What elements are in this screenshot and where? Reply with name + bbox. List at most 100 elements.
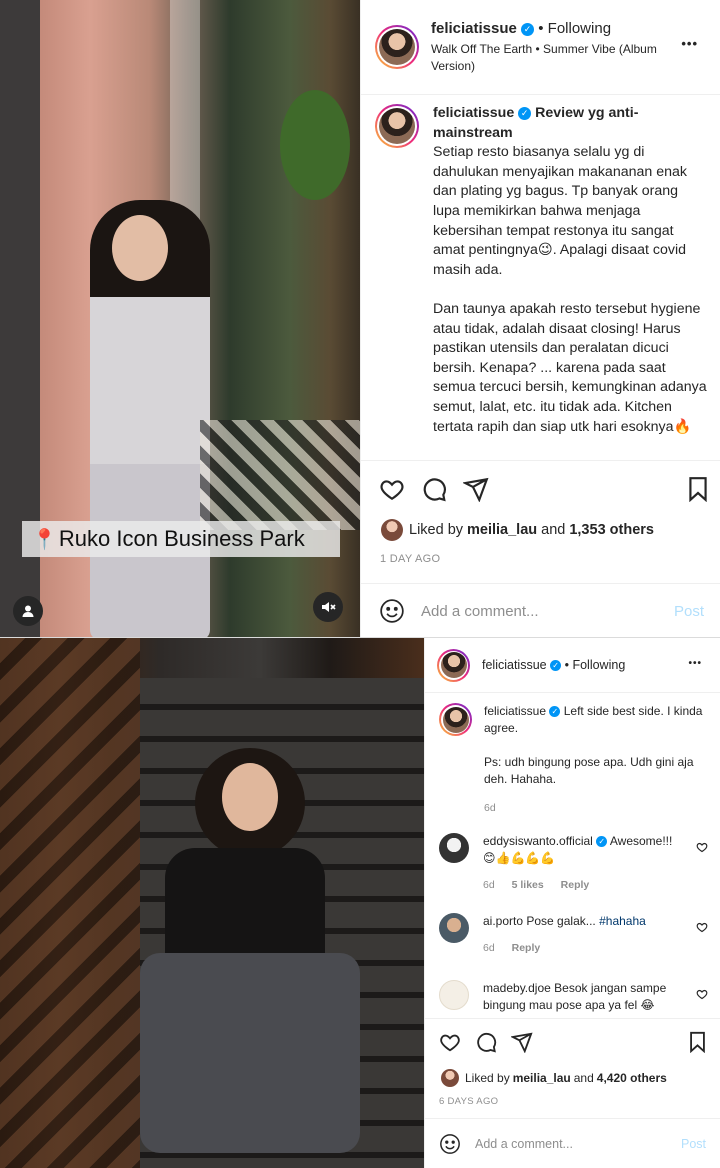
verified-badge-icon: ✓ [549,706,561,718]
following-button[interactable]: Following [572,658,625,672]
verified-badge-icon: ✓ [550,660,562,672]
instagram-post-2: feliciatissue ✓ • Following ••• feliciat… [0,638,720,1168]
post-header: feliciatissue ✓ • Following Walk Off The… [361,0,720,95]
header-text: feliciatissue ✓ • Following [482,658,625,672]
speaker-muted-icon [322,602,336,612]
comment-like-heart-icon[interactable] [696,988,708,1000]
caption-username[interactable]: feliciatissue [484,704,546,718]
comment-emoji: 😊👍💪💪💪 [483,851,556,865]
liker-username[interactable]: meilia_lau [513,1071,571,1085]
share-paper-plane-icon[interactable] [463,476,489,502]
location-pin-icon: 📍 [32,528,57,551]
caption-age[interactable]: 6d [484,800,708,817]
commenter-avatar[interactable] [439,913,469,943]
comment-like-heart-icon[interactable] [696,841,708,853]
following-button[interactable]: Following [548,20,611,37]
comment-item: ai.porto Pose galak... #hahaha 6d Reply [439,913,708,957]
comment-item: eddysiswanto.official ✓ Awesome!!! 😊👍💪💪💪… [439,833,708,894]
liker-avatar[interactable] [441,1069,459,1087]
author-avatar[interactable] [437,648,470,682]
liker-username[interactable]: meilia_lau [467,522,537,538]
author-username[interactable]: feliciatissue [431,20,517,37]
save-bookmark-icon[interactable] [687,476,709,502]
grey-trousers [140,953,360,1153]
commenter-username[interactable]: madeby.djoe [483,981,551,995]
wine-rack [0,638,140,1168]
tagged-user-button[interactable] [13,596,43,626]
caption-avatar[interactable] [375,104,419,148]
reply-button[interactable]: Reply [512,942,541,954]
caption: feliciatissue ✓ Left side best side. I k… [439,703,708,817]
liker-avatar[interactable] [381,519,403,541]
likes-prefix: Liked by [465,1071,510,1085]
emoji-icon[interactable] [439,1133,461,1155]
verified-badge-icon: ✓ [596,836,608,848]
post-comment-button[interactable]: Post [674,603,704,620]
separator: • [538,20,544,37]
likes-summary: Liked by meilia_lau and 4,420 others [441,1069,667,1087]
comment-likes[interactable]: 5 likes [512,879,544,891]
more-options-icon[interactable]: ••• [681,36,698,51]
tiled-floor [200,420,360,530]
reply-button[interactable]: Reply [561,879,590,891]
comment-icon[interactable] [421,476,447,502]
comment-input[interactable]: Add a comment... [421,603,674,620]
header-text: feliciatissue ✓ • Following Walk Off The… [431,19,681,75]
audio-link[interactable]: Walk Off The Earth • Summer Vibe (Album … [431,41,681,75]
mute-button[interactable] [313,592,343,622]
comment-like-heart-icon[interactable] [696,921,708,933]
likes-and: and [541,522,566,538]
divider [425,1018,720,1019]
commenter-username[interactable]: eddysiswanto.official [483,834,593,848]
likes-count[interactable]: 4,420 others [597,1071,667,1085]
user-icon [22,605,34,617]
face [112,215,168,281]
caption-block: feliciatissue ✓ Review yg anti-mainstrea… [375,104,708,456]
post-header: feliciatissue ✓ • Following ••• [425,638,720,693]
post-date[interactable]: 1 DAY AGO [380,553,440,565]
action-bar [439,1031,707,1053]
comment-text: Awesome!!! [609,834,673,848]
comment-age[interactable]: 6d [483,942,495,954]
instagram-post-1: 📍 Ruko Icon Business Park feliciatissue … [0,0,720,638]
comment-item: madeby.djoe Besok jangan sampe bingung m… [439,980,708,1016]
separator: • [564,658,569,672]
comment-input[interactable]: Add a comment... [475,1137,681,1151]
author-avatar[interactable] [375,25,419,69]
like-heart-icon[interactable] [439,1031,461,1053]
post-1-details-pane: feliciatissue ✓ • Following Walk Off The… [360,0,720,637]
verified-badge-icon: ✓ [518,106,532,120]
likes-prefix: Liked by [409,522,464,538]
action-bar [379,476,709,502]
comment-icon[interactable] [475,1031,497,1053]
share-paper-plane-icon[interactable] [511,1031,533,1053]
caption-username[interactable]: feliciatissue [433,105,514,121]
location-sticker: 📍 Ruko Icon Business Park [22,521,340,557]
face [222,763,278,831]
add-comment-bar: Add a comment... Post [425,1118,720,1168]
post-comment-button[interactable]: Post [681,1137,706,1151]
like-heart-icon[interactable] [379,476,405,502]
location-text: Ruko Icon Business Park [58,526,305,551]
commenter-avatar[interactable] [439,980,469,1010]
comment-hashtag[interactable]: #hahaha [599,914,646,928]
likes-summary: Liked by meilia_lau and 1,353 others [381,519,654,541]
more-options-icon[interactable]: ••• [688,658,702,669]
comment-age[interactable]: 6d [483,879,495,891]
black-top [165,848,325,968]
post-photo-woman-stairs[interactable] [0,638,424,1168]
post-2-details-pane: feliciatissue ✓ • Following ••• feliciat… [424,638,720,1168]
emoji-icon[interactable] [379,598,405,624]
likes-count[interactable]: 1,353 others [569,522,654,538]
caption-avatar[interactable] [439,703,472,736]
post-date[interactable]: 6 DAYS AGO [439,1096,498,1107]
plant [280,90,350,200]
likes-and: and [573,1071,594,1085]
save-bookmark-icon[interactable] [688,1031,707,1053]
divider [361,460,720,461]
caption: feliciatissue ✓ Review yg anti-mainstrea… [433,104,708,456]
post-photo-woman-restaurant[interactable]: 📍 Ruko Icon Business Park [0,0,360,637]
commenter-username[interactable]: ai.porto [483,914,523,928]
commenter-avatar[interactable] [439,833,469,863]
author-username[interactable]: feliciatissue [482,658,547,672]
